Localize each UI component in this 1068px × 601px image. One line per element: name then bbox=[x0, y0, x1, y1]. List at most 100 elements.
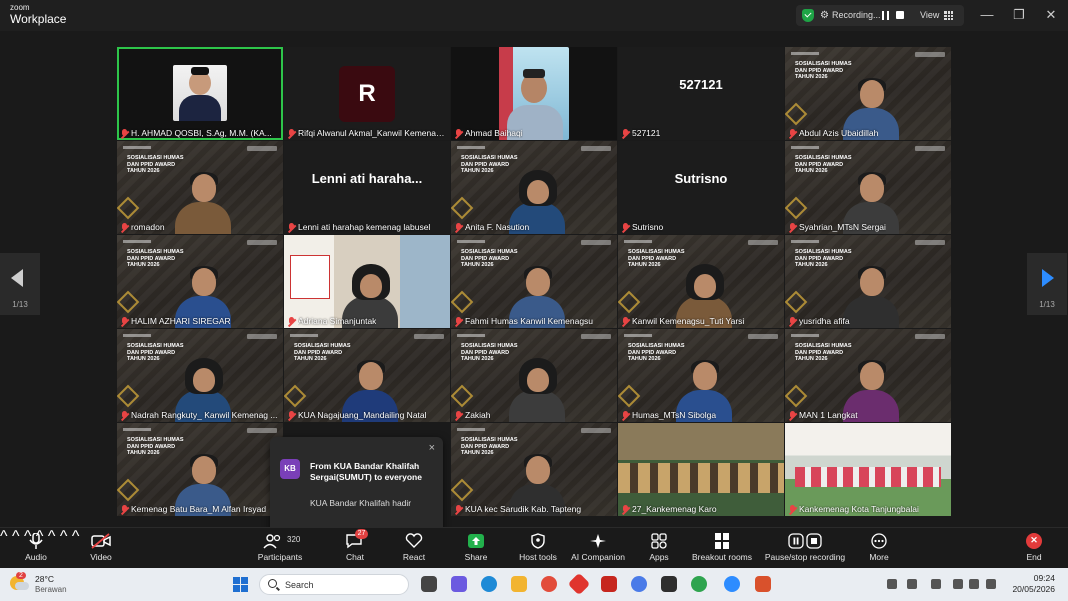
next-page-button[interactable]: 1/13 bbox=[1027, 253, 1067, 315]
share-button[interactable]: Share bbox=[460, 528, 492, 569]
audio-options-caret-icon[interactable]: ^ bbox=[0, 528, 8, 545]
slide-logos bbox=[581, 334, 611, 339]
apps-caret-icon[interactable]: ^ bbox=[72, 528, 80, 545]
audio-button[interactable]: Audio bbox=[18, 528, 54, 569]
participant-tile[interactable]: Kankemenag Kota Tanjungbalai bbox=[785, 423, 951, 516]
anydesk-icon[interactable] bbox=[567, 572, 591, 596]
security-shield-icon[interactable] bbox=[802, 9, 814, 22]
file-explorer-icon[interactable] bbox=[511, 576, 527, 592]
participant-tile[interactable]: R Rifqi Alwanul Akmal_Kanwil Kemenagsu bbox=[284, 47, 450, 140]
recording-indicator[interactable]: ⚙ Recording... View bbox=[796, 5, 964, 26]
volume-icon[interactable] bbox=[969, 579, 979, 589]
slide-ornament bbox=[785, 290, 808, 314]
edge-icon[interactable] bbox=[481, 576, 497, 592]
chat-button[interactable]: 27 Chat bbox=[340, 528, 370, 569]
search-placeholder: Search bbox=[285, 580, 314, 590]
participant-tile[interactable]: SOSIALISASI HUMAS DAN PPID AWARD TAHUN 202… bbox=[451, 329, 617, 422]
teams-icon[interactable] bbox=[451, 576, 467, 592]
participant-tile[interactable]: SOSIALISASI HUMAS DAN PPID AWARD TAHUN 202… bbox=[284, 329, 450, 422]
participants-button[interactable]: 320 Participants bbox=[254, 528, 306, 569]
restore-button[interactable]: ❐ bbox=[1010, 6, 1028, 24]
participant-tile[interactable]: Ahmad Baihaqi bbox=[451, 47, 617, 140]
title-bar: zoom Workplace ⚙ Recording... View — ❐ ✕ bbox=[0, 0, 1068, 31]
video-button[interactable]: Video bbox=[83, 528, 119, 569]
mic-muted-icon bbox=[288, 410, 295, 420]
arrow-right-icon bbox=[1042, 269, 1054, 287]
host-shield-icon bbox=[528, 533, 548, 549]
pdf-reader-icon[interactable] bbox=[601, 576, 617, 592]
minimize-button[interactable]: — bbox=[978, 6, 996, 24]
grid-view-icon[interactable] bbox=[944, 11, 953, 20]
zoom-taskbar-icon[interactable] bbox=[724, 576, 740, 592]
participant-tile[interactable]: SOSIALISASI HUMAS DAN PPID AWARD TAHUN 202… bbox=[785, 235, 951, 328]
apps-button[interactable]: Apps bbox=[644, 528, 674, 569]
stop-recording-icon[interactable] bbox=[896, 11, 904, 19]
close-window-button[interactable]: ✕ bbox=[1042, 6, 1060, 24]
previous-page-button[interactable]: 1/13 bbox=[0, 253, 40, 315]
participant-name-bar: Kemenag Batu Bara_M Alfan Irsyad bbox=[117, 502, 270, 516]
participant-tile[interactable]: 527121 527121 bbox=[618, 47, 784, 140]
slide-banner-bar bbox=[123, 428, 151, 431]
participant-tile[interactable]: SOSIALISASI HUMAS DAN PPID AWARD TAHUN 202… bbox=[785, 47, 951, 140]
participant-tile[interactable]: 27_Kankemenag Karo bbox=[618, 423, 784, 516]
chrome-profile-icon[interactable] bbox=[691, 576, 707, 592]
mic-muted-icon bbox=[288, 128, 295, 138]
slide-ornament bbox=[618, 384, 641, 408]
participant-name-bar: HALIM AZHARI SIREGAR bbox=[117, 314, 235, 328]
participant-video bbox=[175, 172, 231, 234]
host-tools-button[interactable]: Host tools bbox=[516, 528, 560, 569]
slide-ornament bbox=[117, 478, 140, 502]
end-meeting-button[interactable]: End bbox=[1020, 528, 1048, 569]
participant-tile[interactable]: SOSIALISASI HUMAS DAN PPID AWARD TAHUN 202… bbox=[451, 235, 617, 328]
participant-tile[interactable]: SOSIALISASI HUMAS DAN PPID AWARD TAHUN 202… bbox=[451, 141, 617, 234]
participant-name-bar: Anita F. Nasution bbox=[451, 220, 533, 234]
participant-tile[interactable]: Sutrisno Sutrisno bbox=[618, 141, 784, 234]
mic-muted-icon bbox=[121, 504, 128, 514]
participant-name: MAN 1 Langkat bbox=[799, 410, 858, 420]
participant-name: romadon bbox=[131, 222, 165, 232]
slide-banner-bar bbox=[457, 428, 485, 431]
copilot-icon[interactable] bbox=[631, 576, 647, 592]
taskbar-clock[interactable]: 09:24 20/05/2026 bbox=[1010, 573, 1055, 595]
taskbar-search[interactable]: Search bbox=[259, 574, 409, 595]
react-button[interactable]: React bbox=[398, 528, 430, 569]
participant-tile[interactable]: SOSIALISASI HUMAS DAN PPID AWARD TAHUN 202… bbox=[451, 423, 617, 516]
participant-tile[interactable]: SOSIALISASI HUMAS DAN PPID AWARD TAHUN 202… bbox=[785, 329, 951, 422]
powerpoint-icon[interactable] bbox=[755, 576, 771, 592]
wifi-icon[interactable] bbox=[953, 579, 963, 589]
battery-icon[interactable] bbox=[986, 579, 996, 589]
close-notification-icon[interactable]: × bbox=[429, 442, 435, 454]
breakout-rooms-button[interactable]: Breakout rooms bbox=[690, 528, 754, 569]
participant-tile[interactable]: SOSIALISASI HUMAS DAN PPID AWARD TAHUN 202… bbox=[785, 141, 951, 234]
participant-tile[interactable]: SOSIALISASI HUMAS DAN PPID AWARD TAHUN 202… bbox=[618, 235, 784, 328]
participant-tile[interactable]: SOSIALISASI HUMAS DAN PPID AWARD TAHUN 202… bbox=[117, 329, 283, 422]
slide-banner-bar bbox=[457, 334, 485, 337]
mic-muted-icon bbox=[622, 128, 629, 138]
app-a-icon[interactable] bbox=[661, 576, 677, 592]
task-view-icon[interactable] bbox=[421, 576, 437, 592]
participant-tile[interactable]: SOSIALISASI HUMAS DAN PPID AWARD TAHUN 202… bbox=[117, 141, 283, 234]
tray-app-icon[interactable] bbox=[907, 579, 917, 589]
participant-name: KUA Nagajuang_Mandailing Natal bbox=[298, 410, 427, 420]
tray-network-icon[interactable] bbox=[887, 579, 897, 589]
participant-tile[interactable]: Adriana Simanjuntak bbox=[284, 235, 450, 328]
participant-tile[interactable]: Lenni ati haraha... Lenni ati harahap kem… bbox=[284, 141, 450, 234]
participant-name: Kankemenag Kota Tanjungbalai bbox=[799, 504, 919, 514]
participant-tile[interactable]: H. AHMAD QOSBI, S.Ag, M.M. (KA... bbox=[117, 47, 283, 140]
tray-language-icon[interactable] bbox=[931, 579, 941, 589]
participant-tile[interactable]: SOSIALISASI HUMAS DAN PPID AWARD TAHUN 202… bbox=[117, 423, 283, 516]
share-caret-icon[interactable]: ^ bbox=[60, 528, 68, 545]
windows-start-icon[interactable] bbox=[233, 577, 248, 592]
mic-muted-icon bbox=[121, 128, 128, 138]
pause-recording-icon[interactable] bbox=[882, 11, 889, 20]
participant-tile[interactable]: SOSIALISASI HUMAS DAN PPID AWARD TAHUN 202… bbox=[117, 235, 283, 328]
pause-stop-recording-button[interactable]: Pause/stop recording bbox=[762, 528, 848, 569]
ai-companion-button[interactable]: AI Companion bbox=[570, 528, 626, 569]
view-button[interactable]: View bbox=[920, 10, 939, 21]
chrome-icon[interactable] bbox=[541, 576, 557, 592]
participant-name: Anita F. Nasution bbox=[465, 222, 530, 232]
more-button[interactable]: More bbox=[864, 528, 894, 569]
participant-name-bar: KUA Nagajuang_Mandailing Natal bbox=[284, 408, 431, 422]
sparkle-icon bbox=[588, 533, 608, 549]
participant-tile[interactable]: SOSIALISASI HUMAS DAN PPID AWARD TAHUN 202… bbox=[618, 329, 784, 422]
